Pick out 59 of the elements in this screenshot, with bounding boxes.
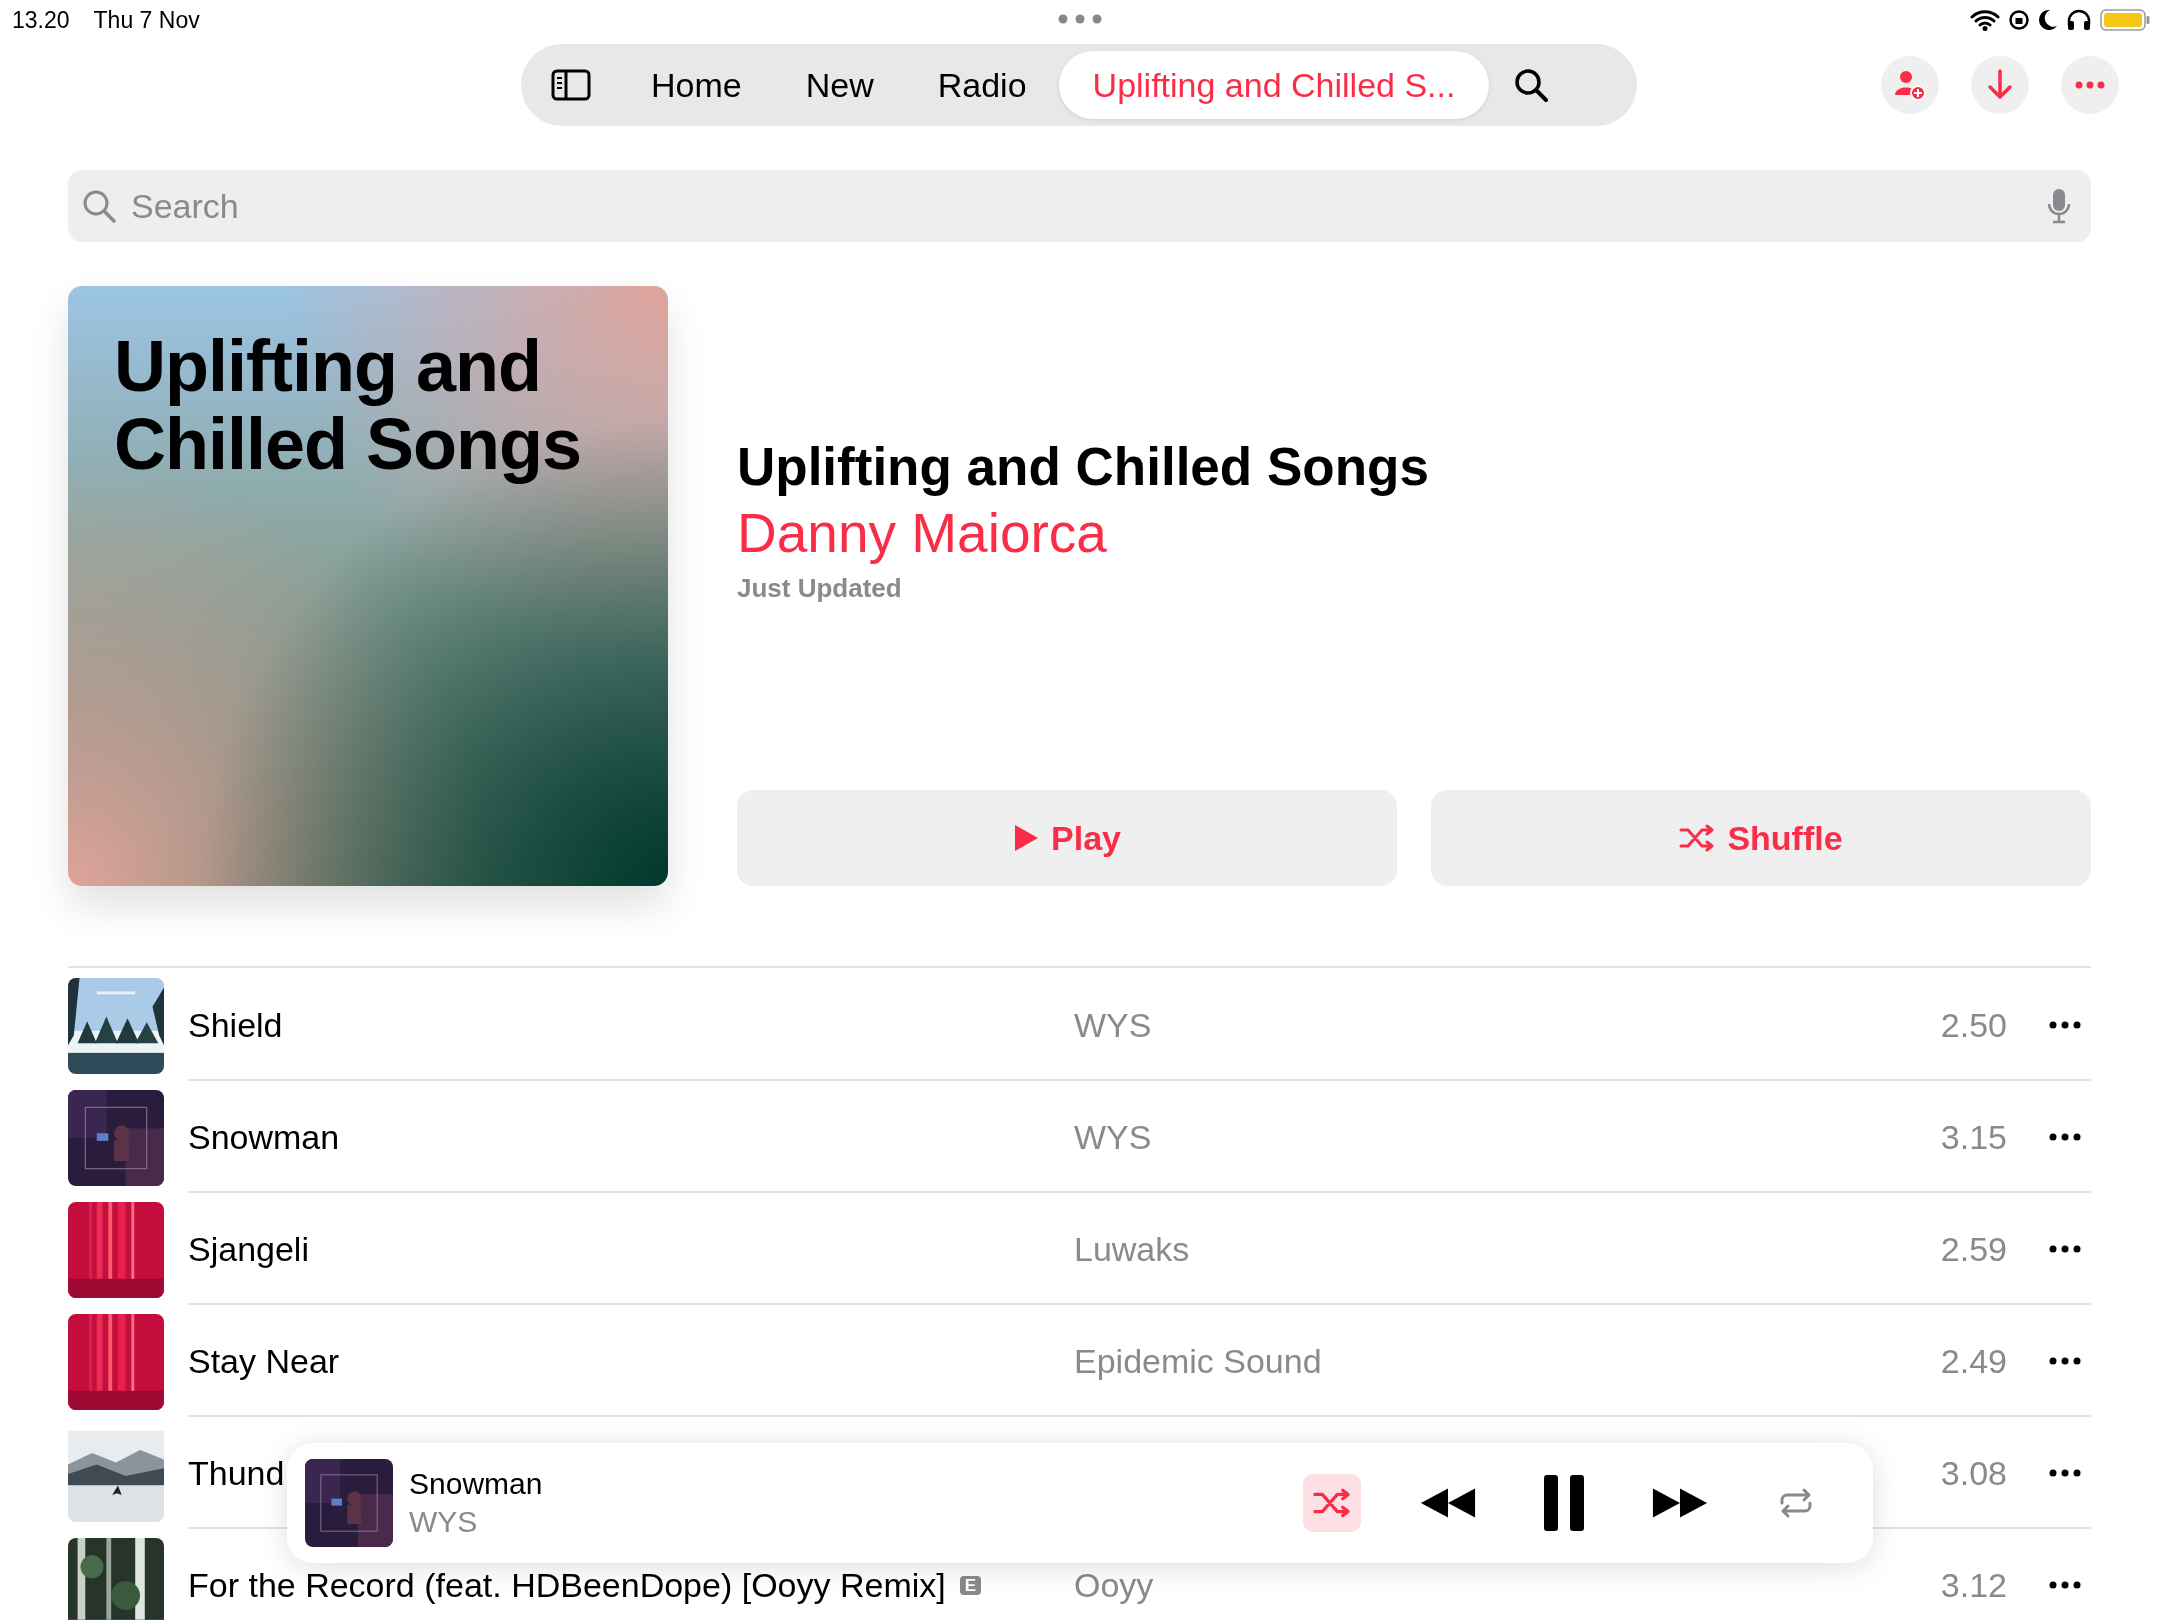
status-date: Thu 7 Nov [93,6,200,34]
track-title: Sjangeli [188,1232,309,1266]
more-icon [2075,81,2105,89]
search-icon [1513,67,1550,103]
explicit-badge: E [959,1575,982,1595]
track-artist: WYS [1074,1118,1152,1156]
track-artist: Ooyy [1074,1566,1154,1604]
multitask-dots-icon [1058,14,1102,24]
moon-icon [2038,9,2058,31]
search-field[interactable]: Search [68,170,2091,242]
shuffle-button[interactable] [1303,1474,1361,1532]
now-playing-title: Snowman [409,1467,543,1501]
update-status: Just Updated [737,573,903,604]
more-icon [2049,1357,2081,1365]
track-title: Snowman [188,1120,340,1154]
artwork-title: Uplifting and Chilled Songs [114,328,583,484]
track-duration: 2.59 [1939,1232,2007,1266]
track-duration: 2.49 [1939,1344,2007,1378]
track-title: Stay Near [188,1344,340,1378]
play-icon [1013,824,1039,852]
microphone-icon [2047,188,2071,224]
track-title: Thund [188,1456,285,1490]
more-icon [2049,1581,2081,1589]
track-title: For the Record (feat. HDBeenDope) [Ooyy Remix] [188,1568,946,1602]
repeat-icon [1778,1488,1814,1518]
more-icon [2049,1021,2081,1029]
headphones-icon [2066,9,2092,31]
download-icon [1986,69,2014,101]
pause-icon [1542,1475,1586,1531]
track-duration: 3.12 [1939,1568,2007,1602]
track-artist: Luwaks [1074,1230,1190,1268]
rotation-lock-icon [2008,9,2030,31]
add-person-icon [1894,69,1926,101]
nav-tab[interactable]: Home [619,51,774,119]
shuffle-button[interactable]: Shuffle [1431,790,2091,886]
track-duration: 3.08 [1939,1456,2007,1490]
play-button[interactable]: Play [737,790,1397,886]
wifi-icon [1970,9,2000,31]
track-artist: WYS [1074,1006,1152,1044]
curator-link[interactable]: Danny Maiorca [737,501,2091,565]
sidebar-icon [551,69,591,101]
track-title: Shield [188,1008,283,1042]
battery-icon [2100,9,2150,31]
nav-tab[interactable]: Radio [905,51,1059,119]
track-duration: 3.15 [1939,1120,2007,1154]
shuffle-icon [1679,824,1716,852]
playlist-title: Uplifting and Chilled Songs [737,436,1430,497]
more-icon [2049,1133,2081,1141]
nav-tab[interactable]: New [773,51,906,119]
more-icon [2049,1469,2081,1477]
nav-tab[interactable]: Uplifting and Chilled S... [1058,51,1490,119]
status-time: 13.20 [12,6,70,34]
track-duration: 2.50 [1939,1008,2007,1042]
now-playing-artist: WYS [409,1505,479,1539]
track-artist: Epidemic Sound [1074,1342,1322,1380]
more-icon [2049,1245,2081,1253]
fast-forward-icon [1651,1486,1709,1520]
rewind-icon [1419,1486,1477,1520]
shuffle-icon [1312,1488,1352,1518]
